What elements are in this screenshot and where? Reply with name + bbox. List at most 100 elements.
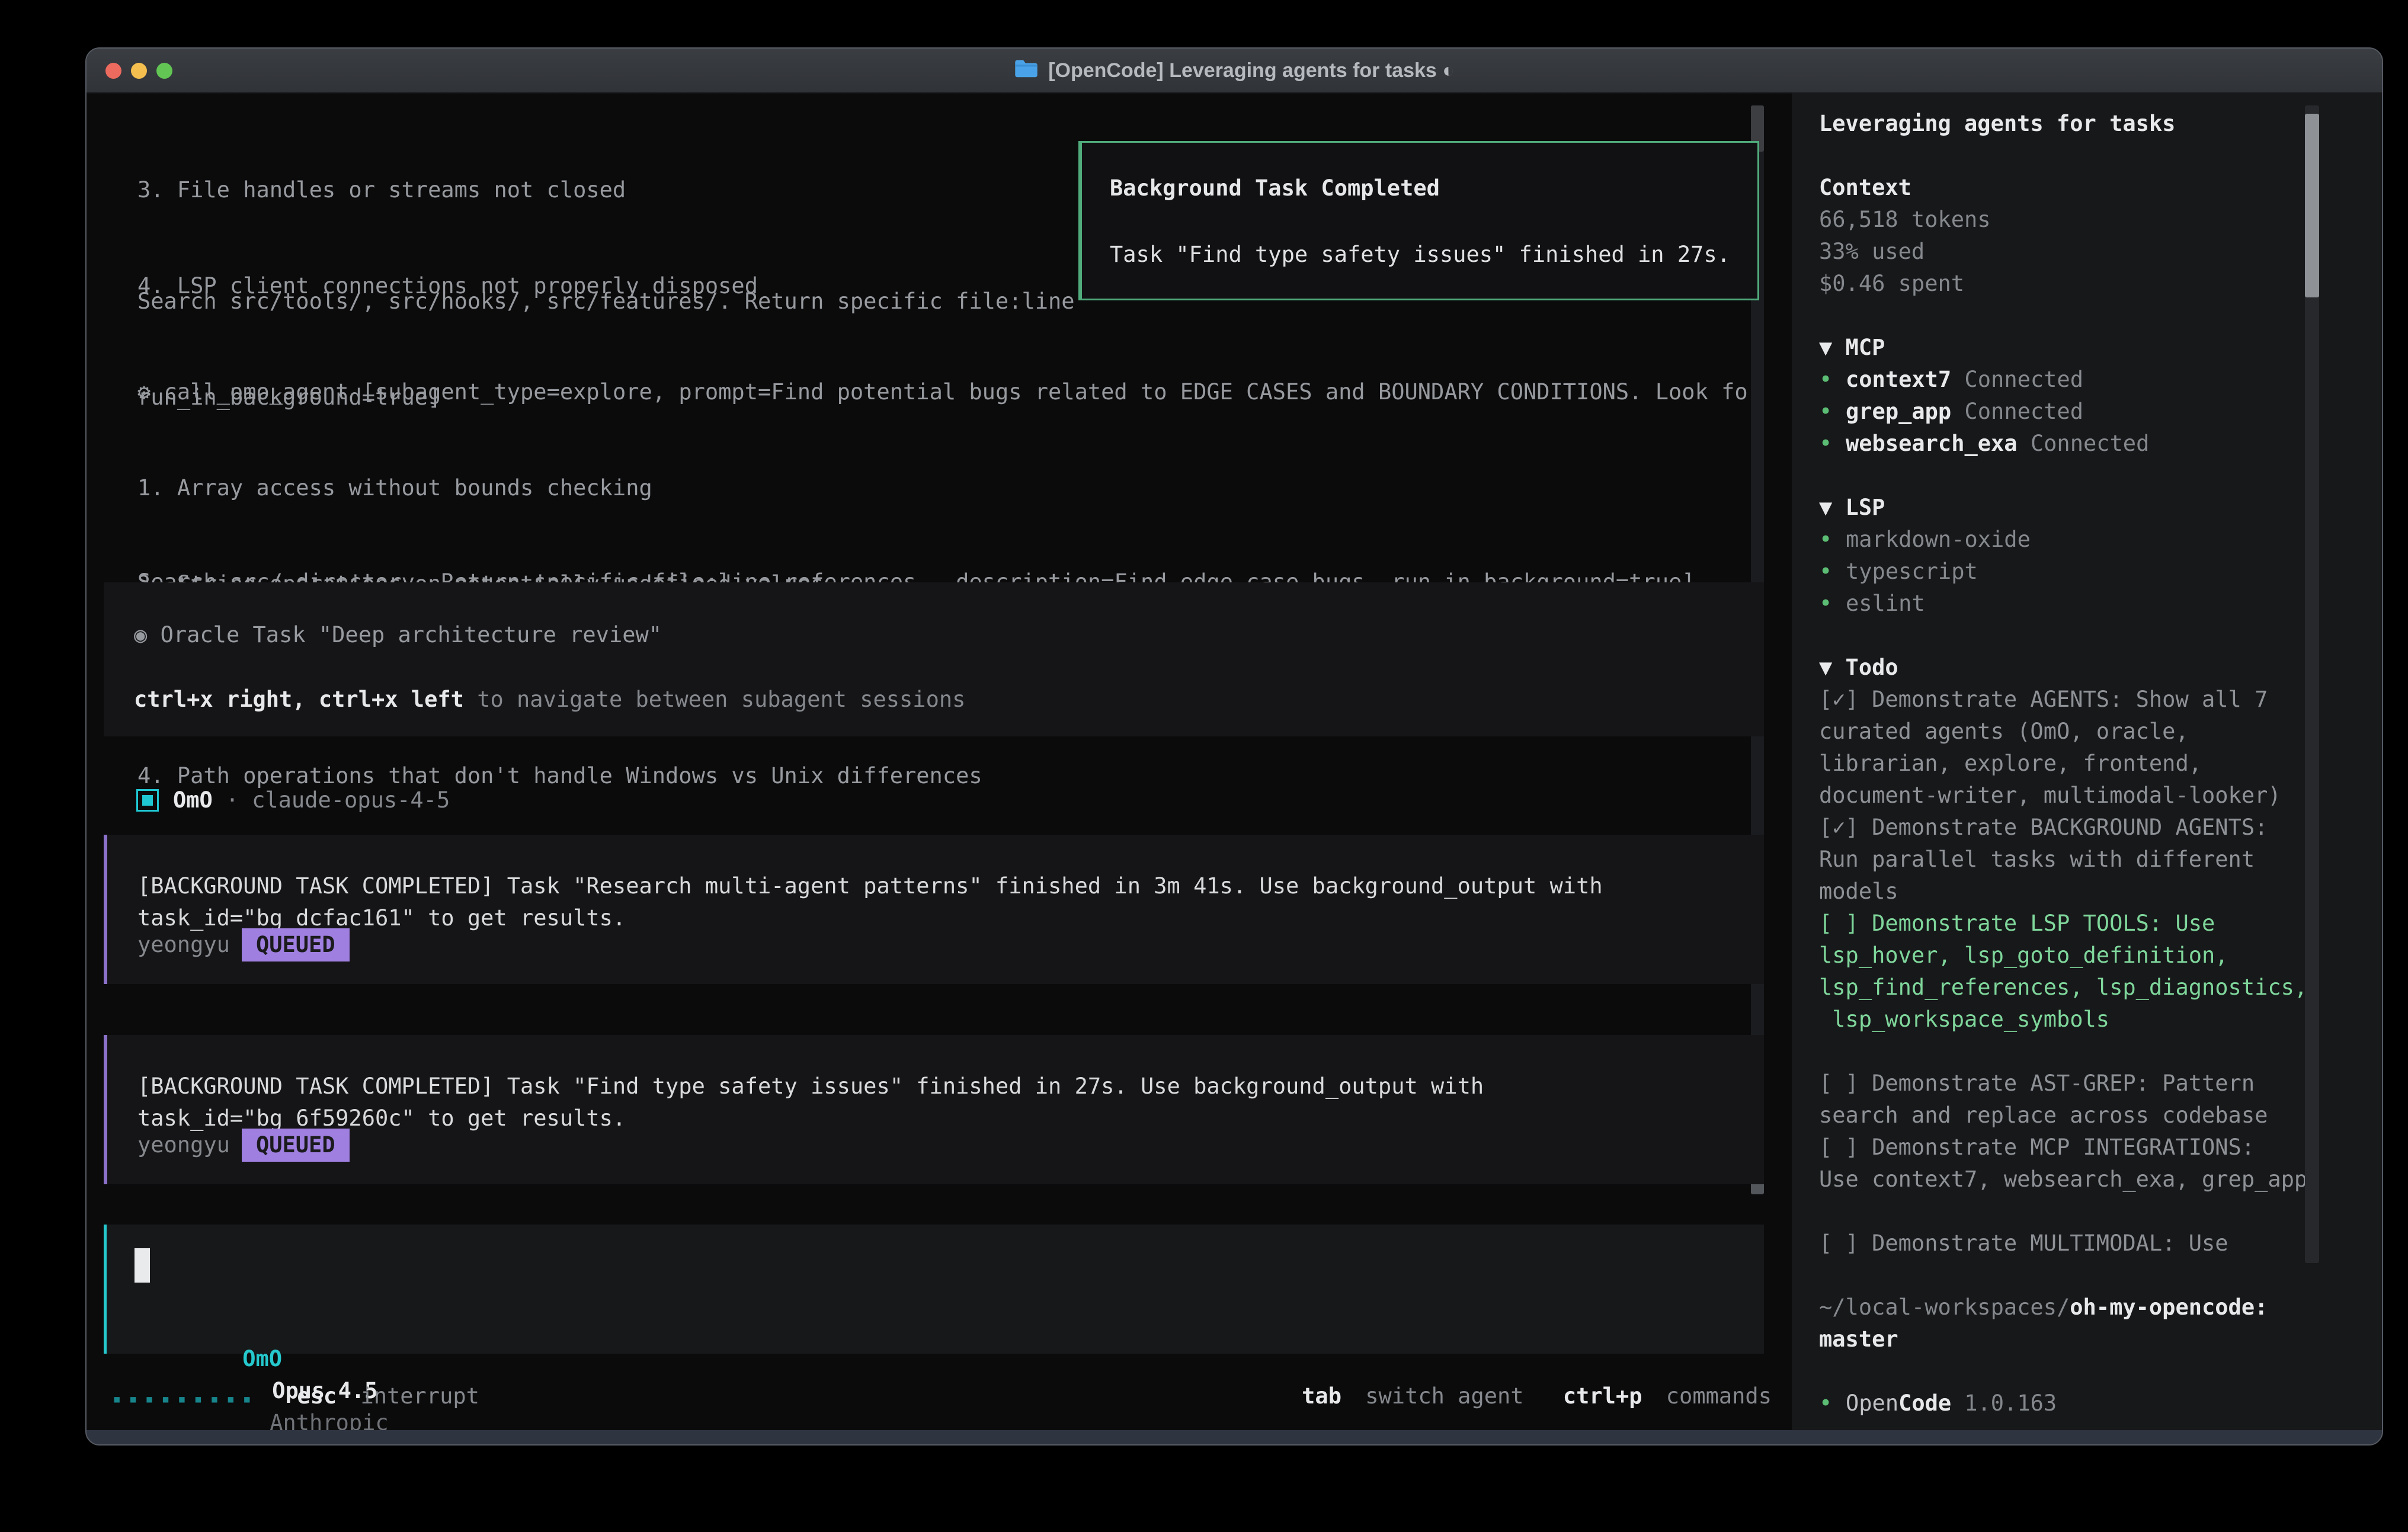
todo-item-active: lsp_workspace_symbols: [1819, 1004, 2383, 1036]
lsp-name: eslint: [1846, 591, 1925, 616]
terminal-line: 1. Array access without bounds checking: [137, 472, 1761, 504]
task-message-line: [BACKGROUND TASK COMPLETED] Task "Find t…: [137, 1071, 1484, 1102]
status-badge: QUEUED: [242, 928, 350, 961]
terminal-line: ⚙ call_omo_agent [subagent_type=explore,…: [137, 376, 1761, 408]
user-name: yeongyu: [137, 932, 230, 957]
terminal-line: 3. File handles or streams not closed: [137, 174, 758, 206]
task-message-box: [BACKGROUND TASK COMPLETED] Task "Find t…: [104, 1035, 1764, 1184]
hint-key: ctrl+x right,: [134, 687, 306, 712]
mcp-section-header[interactable]: ▼ MCP: [1819, 332, 2383, 364]
status-badge: QUEUED: [242, 1129, 350, 1162]
input-status-row: OmO Opus 4.5 Anthropic: [137, 1311, 389, 1446]
zoom-button[interactable]: [156, 63, 172, 79]
notification-title: Background Task Completed: [1110, 172, 1757, 204]
lsp-name: typescript: [1846, 559, 1978, 584]
mcp-status-text: Connected: [1965, 367, 2083, 392]
lsp-name: markdown-oxide: [1846, 527, 2031, 552]
close-button[interactable]: [105, 63, 121, 79]
todo-item-active: [ ] Demonstrate LSP TOOLS: Use: [1819, 908, 2383, 940]
bullet-icon: •: [1819, 588, 1846, 620]
version-number: 1.0.163: [1964, 1390, 2057, 1416]
spinner-icon: ▪▪▪▪▪▪▪▪▪: [113, 1390, 259, 1407]
oracle-task-box: ◉ Oracle Task "Deep architecture review"…: [104, 582, 1764, 736]
todo-item-pending: Use context7, websearch_exa, grep_app: [1819, 1164, 2383, 1196]
context-spent: $0.46 spent: [1819, 268, 2383, 300]
lsp-item: •markdown-oxide: [1819, 524, 2383, 556]
bullet-icon: •: [1819, 524, 1846, 556]
agent-session-header[interactable]: OmO · claude-opus-4-5: [136, 787, 450, 813]
todo-item-done: Run parallel tasks with different: [1819, 844, 2383, 876]
todo-item-done: models: [1819, 876, 2383, 908]
workspace-prefix: ~/local-workspaces/: [1819, 1294, 2070, 1320]
lsp-section-header[interactable]: ▼ LSP: [1819, 492, 2383, 524]
text-cursor: [135, 1248, 150, 1283]
lsp-item: •eslint: [1819, 588, 2383, 620]
mcp-status-text: Connected: [2031, 431, 2149, 456]
prompt-input[interactable]: OmO Opus 4.5 Anthropic: [104, 1225, 1764, 1354]
mcp-name: context7: [1846, 367, 1951, 392]
notification-body: Task "Find type safety issues" finished …: [1110, 239, 1757, 271]
todo-section-header[interactable]: ▼ Todo: [1819, 652, 2383, 684]
cmd-key-label: commands: [1666, 1383, 1772, 1409]
status-left: ▪▪▪▪▪▪▪▪▪ esc interrupt: [113, 1380, 479, 1415]
bullet-icon: •: [1819, 1387, 1846, 1419]
title-bar[interactable]: [OpenCode] Leveraging agents for tasks ◐: [87, 49, 2382, 94]
tab-key-hint[interactable]: tab: [1302, 1383, 1341, 1409]
workspace-branch: master: [1819, 1323, 2383, 1355]
mcp-status-text: Connected: [1965, 399, 2083, 424]
status-bar: ▪▪▪▪▪▪▪▪▪ esc interrupt tab switch agent…: [87, 1380, 1793, 1412]
brand-code: Code: [1898, 1390, 1951, 1416]
mcp-status: [1951, 367, 1964, 392]
agent-model: claude-opus-4-5: [252, 787, 450, 813]
mcp-name: websearch_exa: [1846, 431, 2018, 456]
todo-item-active: lsp_find_references, lsp_diagnostics,: [1819, 972, 2383, 1004]
record-icon: ◉: [134, 622, 147, 648]
input-agent-name[interactable]: OmO: [242, 1346, 282, 1371]
esc-key-hint[interactable]: esc: [297, 1383, 337, 1409]
task-message-box: [BACKGROUND TASK COMPLETED] Task "Resear…: [104, 835, 1764, 984]
status-right: tab switch agent ctrl+p commands: [1302, 1380, 1772, 1412]
bullet-icon: •: [1819, 364, 1846, 396]
mcp-item: •grep_app Connected: [1819, 396, 2383, 428]
cmd-key-hint[interactable]: ctrl+p: [1563, 1383, 1642, 1409]
bullet-icon: •: [1819, 396, 1846, 428]
todo-item-pending: search and replace across codebase: [1819, 1100, 2383, 1132]
workspace-path: ~/local-workspaces/oh-my-opencode:: [1819, 1291, 2383, 1323]
window-controls: [105, 63, 172, 79]
todo-item-pending: [ ] Demonstrate AST-GREP: Pattern: [1819, 1068, 2383, 1100]
user-name: yeongyu: [137, 1132, 230, 1158]
agent-checkbox-icon: [136, 789, 159, 812]
sidebar-scrollbar-thumb[interactable]: [2305, 114, 2319, 297]
mcp-item: •context7 Connected: [1819, 364, 2383, 396]
brand-open: Open: [1846, 1390, 1898, 1416]
agent-name: OmO: [173, 787, 213, 813]
tab-key-label: switch agent: [1365, 1383, 1523, 1409]
window-footer: [87, 1430, 2382, 1446]
bullet-icon: •: [1819, 556, 1846, 588]
bullet-icon: •: [1819, 428, 1846, 460]
gear-icon: ⚙: [137, 379, 150, 405]
todo-item-done: [✓] Demonstrate AGENTS: Show all 7: [1819, 684, 2383, 716]
todo-item-done: librarian, explore, frontend,: [1819, 748, 2383, 780]
separator-dot: ·: [226, 787, 239, 813]
window-title: [OpenCode] Leveraging agents for tasks ◐: [1048, 59, 1455, 82]
todo-item-pending: [ ] Demonstrate MCP INTEGRATIONS:: [1819, 1132, 2383, 1164]
hint-key: ctrl+x left: [319, 687, 464, 712]
opencode-terminal-window: [OpenCode] Leveraging agents for tasks ◐…: [85, 47, 2383, 1446]
background-task-notification: Background Task Completed Task "Find typ…: [1078, 141, 1759, 300]
oracle-hint-line: ctrl+x right, ctrl+x left to navigate be…: [134, 684, 965, 716]
session-sidebar: Leveraging agents for tasks Context 66,5…: [1792, 92, 2383, 1430]
minimize-button[interactable]: [131, 63, 147, 79]
todo-item-active: lsp_hover, lsp_goto_definition,: [1819, 940, 2383, 972]
mcp-item: •websearch_exa Connected: [1819, 428, 2383, 460]
oracle-title: Oracle Task "Deep architecture review": [161, 622, 662, 648]
todo-item-pending: [ ] Demonstrate MULTIMODAL: Use: [1819, 1227, 2383, 1259]
oracle-title-line: ◉ Oracle Task "Deep architecture review": [134, 619, 662, 651]
lsp-item: •typescript: [1819, 556, 2383, 588]
task-meta-row: yeongyu QUEUED: [137, 928, 350, 961]
folder-icon: [1014, 58, 1039, 84]
todo-item-done: [✓] Demonstrate BACKGROUND AGENTS:: [1819, 812, 2383, 844]
hint-text: to navigate between subagent sessions: [477, 687, 965, 712]
todo-item-done: curated agents (OmO, oracle,: [1819, 716, 2383, 748]
todo-item-done: document-writer, multimodal-looker): [1819, 780, 2383, 812]
